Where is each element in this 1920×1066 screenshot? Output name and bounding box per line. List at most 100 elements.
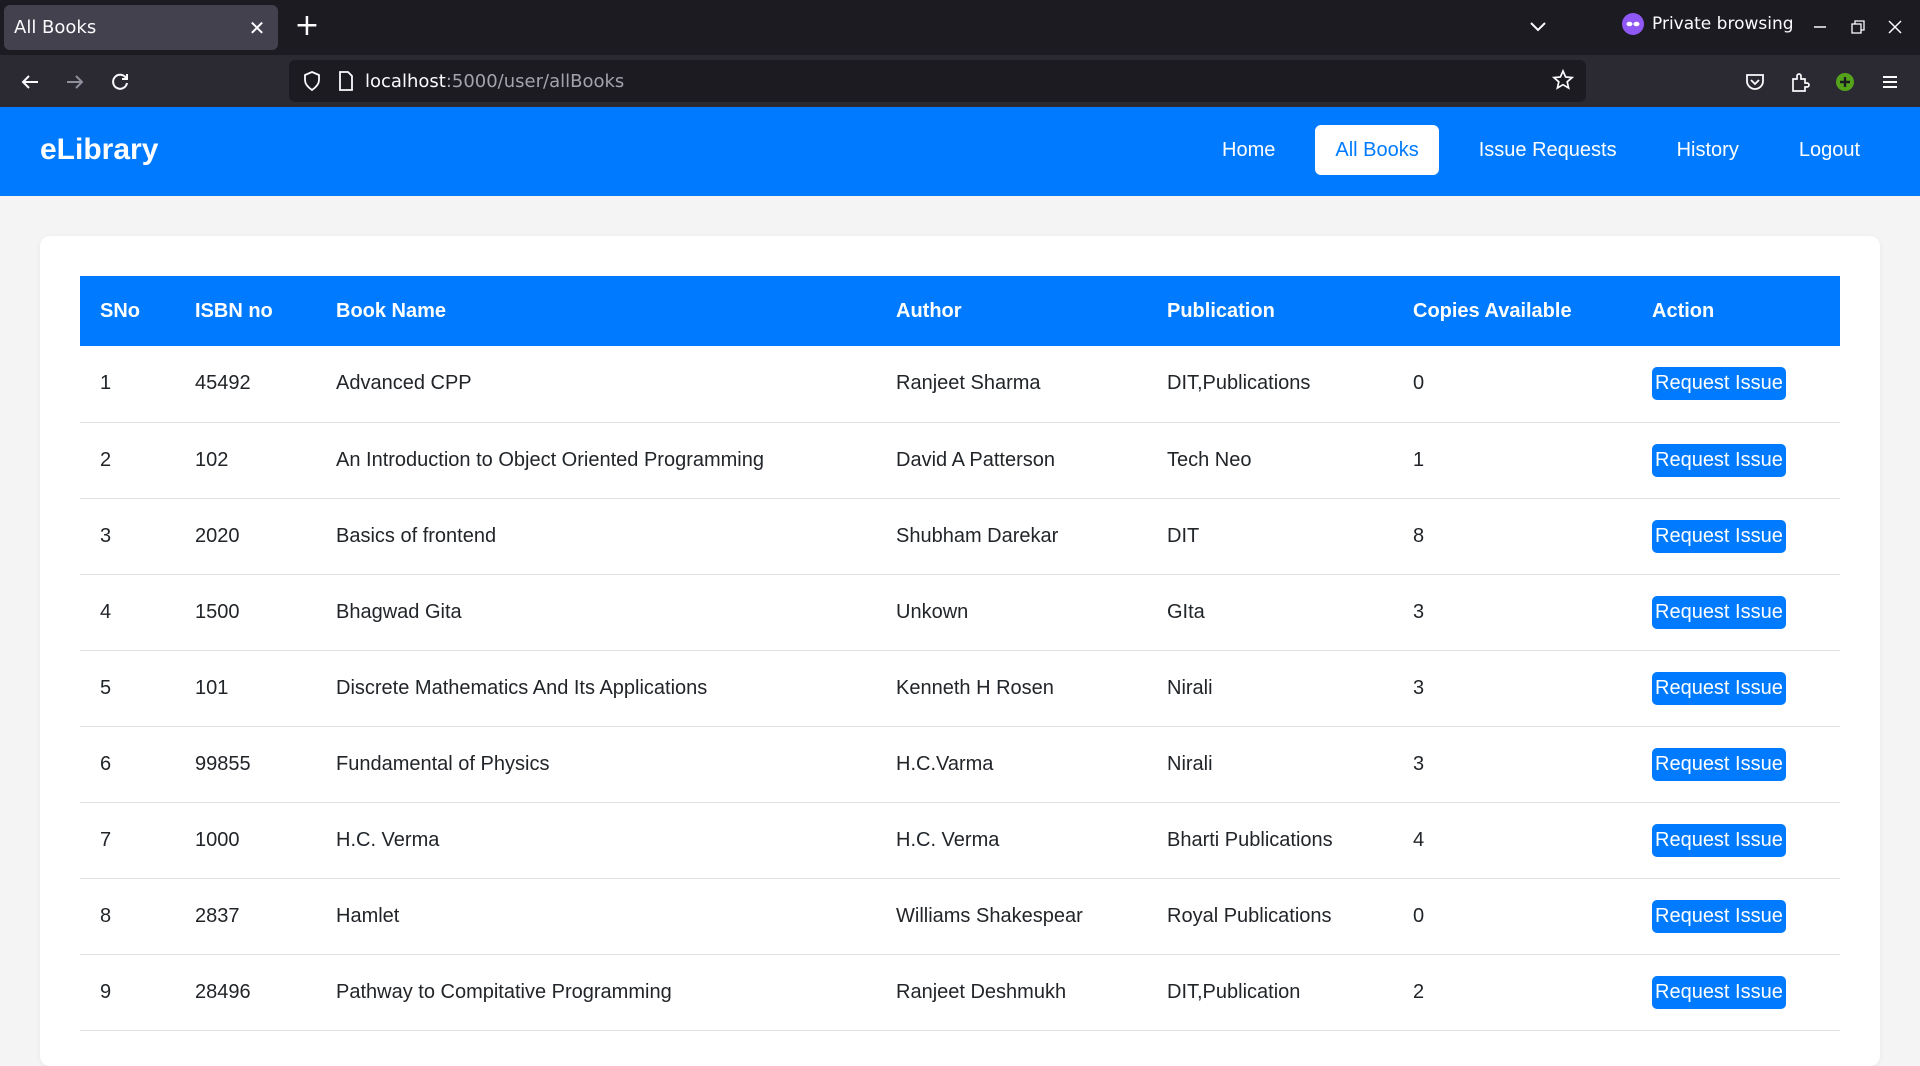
cell-copies: 1 — [1393, 422, 1632, 499]
cell-book-name: Pathway to Compitative Programming — [316, 954, 876, 1031]
addon-icon[interactable] — [1829, 66, 1861, 98]
cell-action: Request Issue — [1632, 498, 1840, 575]
cell-sno: 8 — [80, 878, 175, 955]
url-host: localhost — [365, 70, 446, 92]
table-row: 6 99855 Fundamental of Physics H.C.Varma Nir… — [80, 726, 1840, 803]
url-text[interactable]: localhost:5000/user/allBooks — [365, 71, 624, 92]
cell-action: Request Issue — [1632, 802, 1840, 879]
table-row: 3 2020 Basics of frontend Shubham Darekar DI… — [80, 498, 1840, 575]
cell-author: Ranjeet Deshmukh — [876, 954, 1147, 1031]
cell-publication: Royal Publications — [1147, 878, 1393, 955]
nav-home[interactable]: Home — [1202, 125, 1295, 175]
table-row: 9 28496 Pathway to Compitative Programming… — [80, 954, 1840, 1031]
cell-publication: Tech Neo — [1147, 422, 1393, 499]
cell-publication: DIT — [1147, 498, 1393, 575]
table-row: 7 1000 H.C. Verma H.C. Verma Bharti Publicat… — [80, 802, 1840, 879]
cell-publication: Bharti Publications — [1147, 802, 1393, 879]
nav-logout[interactable]: Logout — [1779, 125, 1880, 175]
cell-isbn: 102 — [175, 422, 316, 499]
pocket-icon[interactable] — [1739, 66, 1771, 98]
back-arrow-icon[interactable] — [14, 66, 46, 98]
minimize-icon[interactable] — [1805, 12, 1835, 42]
cell-isbn: 101 — [175, 650, 316, 727]
cell-book-name: Discrete Mathematics And Its Application… — [316, 650, 876, 727]
table-header-row: SNo ISBN no Book Name Author Publication… — [80, 276, 1840, 346]
cell-copies: 8 — [1393, 498, 1632, 575]
close-window-icon[interactable] — [1880, 12, 1910, 42]
page-info-icon[interactable] — [335, 70, 357, 97]
request-issue-button[interactable]: Request Issue — [1652, 595, 1786, 629]
cell-sno: 6 — [80, 726, 175, 803]
url-path: :5000/user/allBooks — [445, 70, 625, 92]
private-mask-icon — [1622, 13, 1644, 35]
reload-icon[interactable] — [104, 66, 136, 98]
nav-issue-requests[interactable]: Issue Requests — [1459, 125, 1637, 175]
table-row: 2 102 An Introduction to Object Oriented P… — [80, 422, 1840, 499]
request-issue-button[interactable]: Request Issue — [1652, 747, 1786, 781]
cell-author: Kenneth H Rosen — [876, 650, 1147, 727]
cell-isbn: 1500 — [175, 574, 316, 651]
cell-action: Request Issue — [1632, 422, 1840, 499]
header-book-name: Book Name — [336, 299, 447, 322]
new-tab-icon[interactable]: + — [292, 11, 322, 42]
cell-action: Request Issue — [1632, 954, 1840, 1031]
cell-action: Request Issue — [1632, 878, 1840, 955]
nav-history[interactable]: History — [1657, 125, 1759, 175]
chevron-down-icon[interactable] — [1523, 14, 1553, 40]
browser-tab[interactable]: All Books ✕ — [4, 5, 278, 50]
tab-title: All Books — [14, 17, 97, 38]
request-issue-button[interactable]: Request Issue — [1652, 443, 1786, 477]
forward-arrow-icon[interactable] — [59, 66, 91, 98]
request-issue-button[interactable]: Request Issue — [1652, 519, 1786, 553]
cell-isbn: 1000 — [175, 802, 316, 879]
cell-copies: 3 — [1393, 650, 1632, 727]
request-issue-button[interactable]: Request Issue — [1652, 367, 1786, 401]
cell-publication: Nirali — [1147, 726, 1393, 803]
request-issue-button[interactable]: Request Issue — [1652, 671, 1786, 705]
cell-isbn: 28496 — [175, 954, 316, 1031]
cell-sno: 3 — [80, 498, 175, 575]
url-bar[interactable]: localhost:5000/user/allBooks — [289, 60, 1586, 102]
table-row: 1 45492 Advanced CPP Ranjeet Sharma DIT,Publ… — [80, 346, 1840, 423]
cell-copies: 0 — [1393, 346, 1632, 423]
cell-book-name: H.C. Verma — [316, 802, 876, 879]
request-issue-button[interactable]: Request Issue — [1652, 899, 1786, 933]
cell-copies: 4 — [1393, 802, 1632, 879]
bookmark-star-icon[interactable] — [1551, 68, 1575, 96]
cell-author: Shubham Darekar — [876, 498, 1147, 575]
request-issue-button[interactable]: Request Issue — [1652, 823, 1786, 857]
cell-publication: GIta — [1147, 574, 1393, 651]
request-issue-button[interactable]: Request Issue — [1652, 975, 1786, 1009]
cell-book-name: Bhagwad Gita — [316, 574, 876, 651]
app-header: eLibrary Home All Books Issue Requests H… — [0, 107, 1920, 196]
brand-logo[interactable]: eLibrary — [40, 133, 158, 167]
header-publication: Publication — [1167, 299, 1275, 322]
cell-author: H.C. Verma — [876, 802, 1147, 879]
table-row: 8 2837 Hamlet Williams Shakespear Royal Publ… — [80, 878, 1840, 955]
cell-author: Ranjeet Sharma — [876, 346, 1147, 423]
cell-book-name: Fundamental of Physics — [316, 726, 876, 803]
cell-isbn: 45492 — [175, 346, 316, 423]
cell-author: Unkown — [876, 574, 1147, 651]
header-sno: SNo — [100, 299, 140, 322]
cell-sno: 2 — [80, 422, 175, 499]
header-author: Author — [896, 299, 962, 322]
cell-action: Request Issue — [1632, 726, 1840, 803]
restore-icon[interactable] — [1843, 12, 1873, 42]
cell-sno: 7 — [80, 802, 175, 879]
cell-sno: 9 — [80, 954, 175, 1031]
browser-tab-bar: All Books ✕ + Private browsing — [0, 0, 1920, 55]
hamburger-menu-icon[interactable] — [1874, 66, 1906, 98]
books-card: SNo ISBN no Book Name Author Publication… — [40, 236, 1880, 1066]
shield-icon[interactable] — [301, 70, 323, 97]
cell-sno: 4 — [80, 574, 175, 651]
cell-action: Request Issue — [1632, 574, 1840, 651]
close-tab-icon[interactable]: ✕ — [246, 16, 268, 40]
nav-all-books[interactable]: All Books — [1315, 125, 1439, 175]
table-row: 5 101 Discrete Mathematics And Its Applica… — [80, 650, 1840, 727]
browser-toolbar: localhost:5000/user/allBooks — [0, 55, 1920, 107]
extensions-icon[interactable] — [1784, 66, 1816, 98]
cell-author: David A Patterson — [876, 422, 1147, 499]
private-browsing-indicator: Private browsing — [1622, 13, 1794, 35]
cell-book-name: Basics of frontend — [316, 498, 876, 575]
